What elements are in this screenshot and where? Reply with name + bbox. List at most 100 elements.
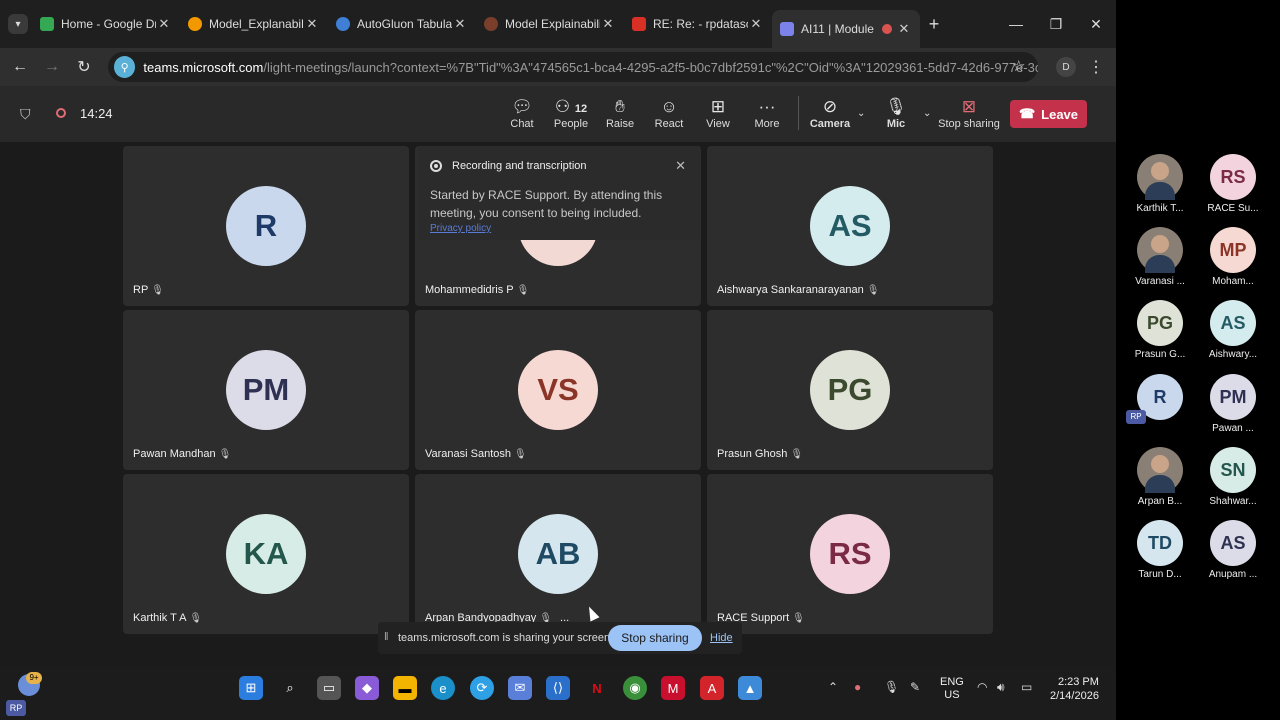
new-tab-icon[interactable]: + <box>920 14 948 35</box>
close-icon[interactable]: ✕ <box>600 16 616 32</box>
close-window-icon[interactable]: ✕ <box>1076 0 1116 48</box>
tab-title: Model Explainability <box>505 17 600 31</box>
chrome-icon[interactable]: ◉ <box>623 676 647 700</box>
camera-button[interactable]: ⊘ Camera <box>804 96 856 130</box>
participant-thumb-name: Anupam ... <box>1208 569 1258 580</box>
chat-button[interactable]: 💬︎ Chat <box>496 96 548 130</box>
close-icon[interactable]: ✕ <box>896 21 912 37</box>
site-info-icon[interactable]: ⚲ <box>114 56 136 78</box>
tab-teams-meeting[interactable]: AI11 | Module ✕ <box>772 10 920 48</box>
address-bar[interactable]: ⚲ teams.microsoft.com /light-meetings/la… <box>108 52 1038 82</box>
participant-tile[interactable]: KA Karthik T A 🎙︎ <box>123 474 409 634</box>
participant-name-text: Mohammedidris P <box>425 284 514 296</box>
participant-thumb[interactable]: Varanasi ... <box>1126 227 1194 287</box>
people-button[interactable]: ⚇ 12 People <box>545 96 597 130</box>
tab-gmail[interactable]: RE: Re: - rpdatascience ✕ <box>624 7 772 41</box>
minimize-icon[interactable]: — <box>996 0 1036 48</box>
participant-tile[interactable]: VS Varanasi Santosh 🎙︎ <box>415 310 701 470</box>
drag-handle-icon[interactable]: ‖ <box>384 631 389 643</box>
bookmark-star-icon[interactable]: ☆ <box>1012 57 1025 75</box>
system-clock[interactable]: 2:23 PM 2/14/2026 <box>1050 675 1099 703</box>
outlook-icon[interactable]: ✉ <box>508 676 532 700</box>
acrobat-icon[interactable]: A <box>700 676 724 700</box>
pen-icon[interactable]: ✎ <box>910 680 920 694</box>
participant-thumb[interactable]: PG Prasun G... <box>1126 300 1194 360</box>
mic-button[interactable]: 🎙︎ Mic <box>870 96 922 130</box>
browser-menu-icon[interactable]: ⋮ <box>1088 57 1104 77</box>
battery-icon[interactable]: ▭ <box>1021 680 1032 694</box>
tab-google-drive[interactable]: Home - Google Drive ✕ <box>32 7 180 41</box>
participant-thumb[interactable]: MP Moham... <box>1199 227 1267 287</box>
participant-thumb[interactable]: AS Aishwary... <box>1199 300 1267 360</box>
participant-thumb[interactable]: R RP <box>1126 374 1194 424</box>
tab-autogluon[interactable]: AutoGluon Tabular ✕ <box>328 7 476 41</box>
participant-thumb[interactable]: RS RACE Su... <box>1199 154 1267 214</box>
clock-time: 2:23 PM <box>1057 676 1099 688</box>
avatar: PG <box>1137 300 1183 346</box>
react-button[interactable]: ☺ React <box>643 96 695 130</box>
edge-icon[interactable]: e <box>431 676 455 700</box>
copilot-icon[interactable]: ◆ <box>355 676 379 700</box>
netflix-icon[interactable]: N <box>585 676 609 700</box>
participant-tile[interactable]: R RP 🎙︎ <box>123 146 409 306</box>
raise-hand-button[interactable]: ✋︎ Raise <box>594 96 646 130</box>
task-view-icon[interactable]: ▭ <box>317 676 341 700</box>
recording-tray-icon[interactable]: ● <box>854 680 861 694</box>
start-windows-icon[interactable]: ⊞ <box>239 676 263 700</box>
participant-thumb[interactable]: SN Shahwar... <box>1199 447 1267 507</box>
close-icon[interactable]: ✕ <box>304 16 320 32</box>
file-explorer-icon[interactable]: ▬ <box>393 676 417 700</box>
keyboard-region: US <box>944 689 960 701</box>
profile-avatar[interactable]: D <box>1056 57 1076 77</box>
avatar: TD <box>1137 520 1183 566</box>
avatar: MP <box>1210 227 1256 273</box>
participant-tile[interactable]: AB Arpan Bandyopadhyay 🎙︎... <box>415 474 701 634</box>
close-icon[interactable]: ✕ <box>452 16 468 32</box>
recording-notification: Recording and transcription ✕ Started by… <box>418 146 700 240</box>
restore-icon[interactable]: ❐ <box>1036 0 1076 48</box>
microphone-tray-icon[interactable]: 🎙︎ <box>884 680 899 694</box>
language-indicator[interactable]: ENG US <box>940 676 964 702</box>
view-button[interactable]: ⊞ View <box>692 96 744 130</box>
hide-banner-link[interactable]: Hide <box>710 632 733 644</box>
tab-model-explainability[interactable]: Model Explainability ✕ <box>476 7 624 41</box>
close-icon[interactable]: ✕ <box>156 16 172 32</box>
vscode-icon[interactable]: ⟨⟩ <box>546 676 570 700</box>
close-icon[interactable]: ✕ <box>675 158 686 174</box>
mic-options-chevron-icon[interactable]: ⌄ <box>923 108 931 119</box>
reload-icon[interactable]: ↻ <box>68 57 100 77</box>
camera-label: Camera <box>809 118 851 130</box>
people-icon: ⚇ 12 <box>554 97 588 116</box>
photos-icon[interactable]: ▲ <box>738 676 762 700</box>
participant-thumb[interactable]: TD Tarun D... <box>1126 520 1194 580</box>
participant-tag: RP <box>1126 410 1146 424</box>
camera-options-chevron-icon[interactable]: ⌄ <box>857 108 865 119</box>
volume-icon[interactable]: 🔊︎ <box>997 680 1005 695</box>
participant-tile[interactable]: AS Aishwarya Sankaranarayanan 🎙︎ <box>707 146 993 306</box>
close-icon[interactable]: ✕ <box>748 16 764 32</box>
leave-button[interactable]: ☎︎ Leave <box>1010 100 1087 128</box>
participant-tile[interactable]: PM Pawan Mandhan 🎙︎ <box>123 310 409 470</box>
back-icon[interactable]: ← <box>4 58 36 76</box>
participant-thumb[interactable]: PM Pawan ... <box>1199 374 1267 434</box>
avatar-photo <box>1137 154 1183 200</box>
participant-tile[interactable]: PG Prasun Ghosh 🎙︎ <box>707 310 993 470</box>
mcafee-icon[interactable]: M <box>661 676 685 700</box>
avatar-photo <box>1137 447 1183 493</box>
tab-model-explanability[interactable]: Model_Explanability ✕ <box>180 7 328 41</box>
privacy-policy-link[interactable]: Privacy policy <box>430 223 491 234</box>
forward-icon[interactable]: → <box>36 58 68 76</box>
stop-sharing-toolbar-button[interactable]: ⊠ Stop sharing <box>936 96 1002 130</box>
shield-icon[interactable]: ⛉ <box>20 106 31 123</box>
wifi-icon[interactable]: ◠ <box>977 680 987 694</box>
participant-thumb[interactable]: Arpan B... <box>1126 447 1194 507</box>
participant-thumb[interactable]: AS Anupam ... <box>1199 520 1267 580</box>
app-icon[interactable]: ⟳ <box>470 676 494 700</box>
stop-sharing-button[interactable]: Stop sharing <box>608 625 702 651</box>
search-icon[interactable]: ⌕ <box>278 676 302 700</box>
participant-thumb[interactable]: Karthik T... <box>1126 154 1194 214</box>
chevron-down-icon[interactable]: ▾ <box>8 14 28 34</box>
more-button[interactable]: ··· More <box>741 96 793 130</box>
chevron-up-icon[interactable]: ⌃ <box>828 680 838 694</box>
participant-tile[interactable]: RS RACE Support 🎙︎ <box>707 474 993 634</box>
